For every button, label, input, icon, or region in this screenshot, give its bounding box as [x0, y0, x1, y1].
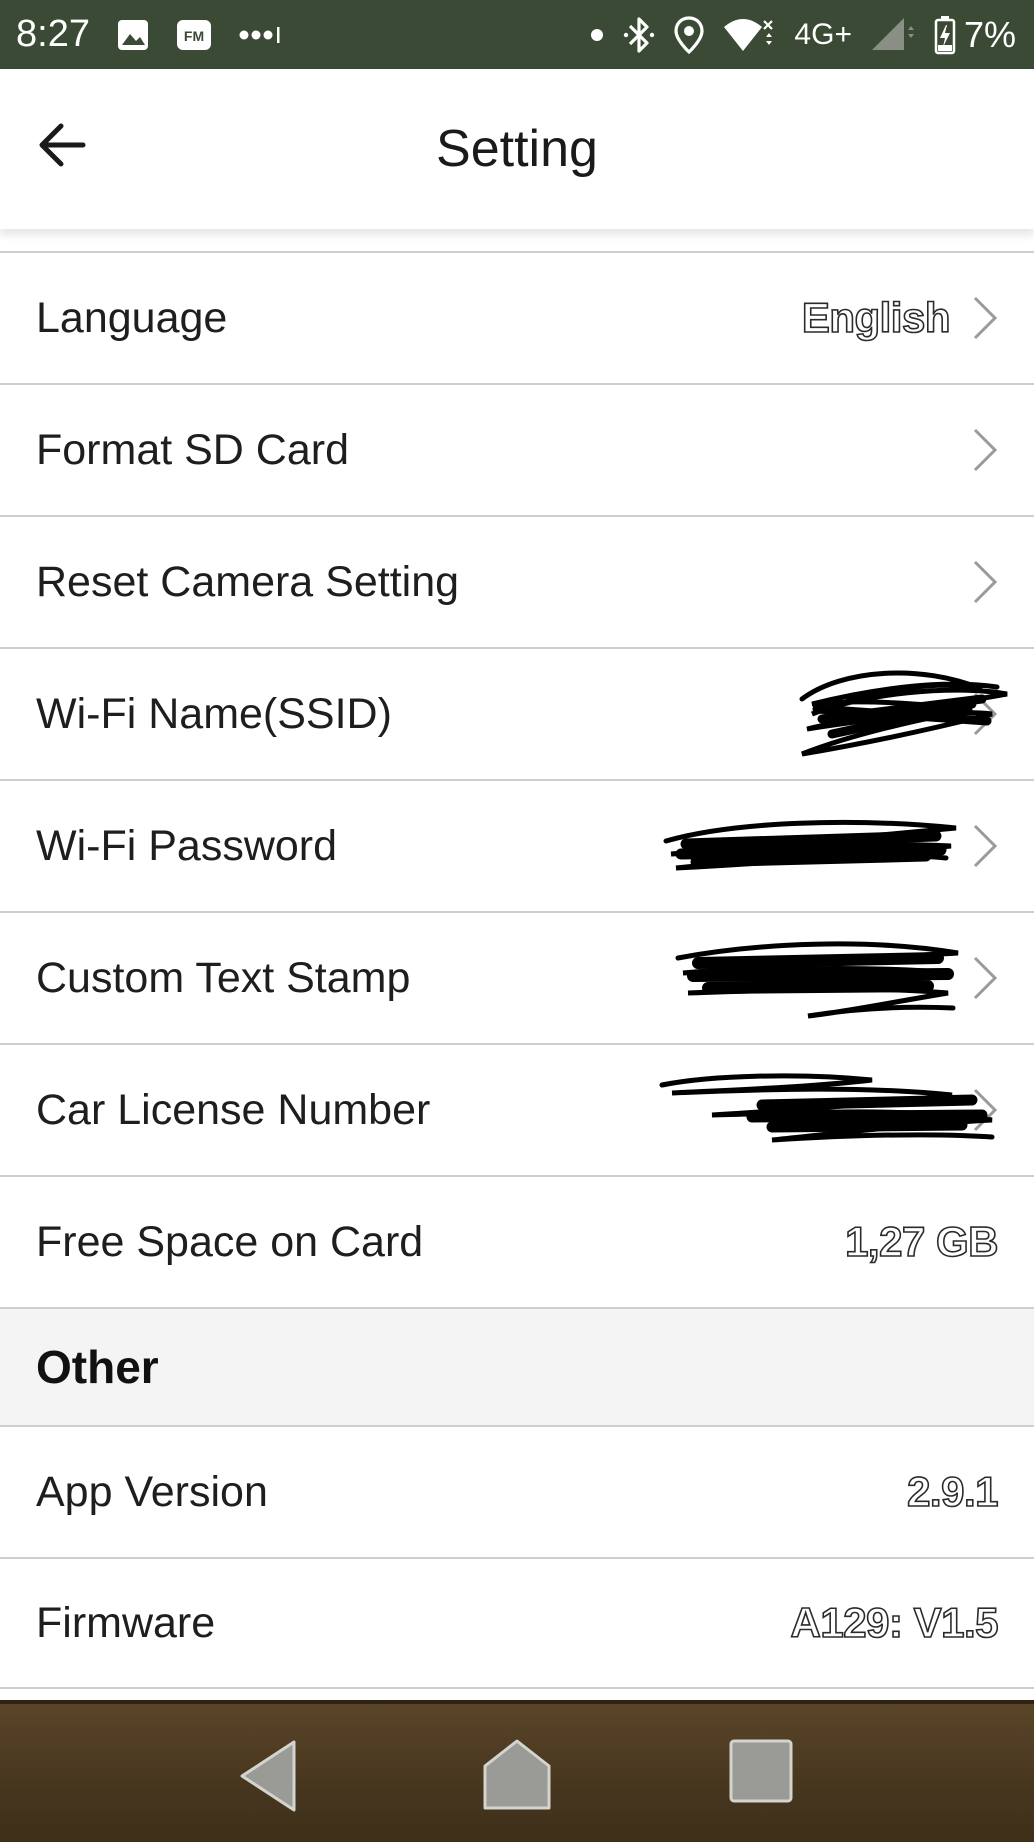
- setting-label: Wi-Fi Password: [36, 821, 338, 870]
- section-title: Other: [36, 1341, 159, 1393]
- setting-value: English: [801, 293, 951, 342]
- setting-label: Format SD Card: [36, 425, 350, 474]
- network-type: 4G+: [794, 17, 852, 51]
- chevron-right-icon: [973, 296, 998, 340]
- setting-row-app-version: App Version 2.9.1: [0, 1425, 1034, 1557]
- setting-row-format-sd-card[interactable]: Format SD Card: [0, 383, 1034, 515]
- redaction-scribble: [675, 941, 959, 1019]
- setting-row-wifi-name[interactable]: Wi-Fi Name(SSID): [0, 647, 1034, 779]
- status-bar: 8:27 FM 4G+ 7%: [0, 0, 1034, 69]
- image-icon: [116, 18, 150, 52]
- setting-label: Firmware: [36, 1598, 216, 1647]
- svg-text:FM: FM: [184, 28, 204, 44]
- page-title: Setting: [436, 120, 598, 178]
- navigation-bar: [0, 1700, 1034, 1842]
- nav-home-button[interactable]: [482, 1738, 552, 1812]
- home-icon: [483, 1739, 551, 1810]
- redaction-scribble: [799, 670, 1008, 757]
- setting-row-language[interactable]: Language English: [0, 251, 1034, 383]
- status-left: 8:27 FM: [0, 13, 284, 56]
- setting-label: Free Space on Card: [36, 1217, 424, 1266]
- bluetooth-icon: [622, 15, 656, 55]
- fm-radio-icon: FM: [176, 18, 212, 52]
- nav-recents-button[interactable]: [728, 1738, 794, 1804]
- setting-value: 2.9.1: [906, 1467, 999, 1516]
- setting-value: 1,27 GB: [844, 1217, 999, 1266]
- setting-row-wifi-password[interactable]: Wi-Fi Password: [0, 779, 1034, 911]
- back-triangle-icon: [240, 1740, 296, 1812]
- app-bar: Setting: [0, 69, 1034, 229]
- redaction-scribble: [659, 1073, 995, 1143]
- wifi-icon: [722, 15, 776, 55]
- battery-percent: 7%: [963, 13, 1016, 55]
- setting-row-reset-camera[interactable]: Reset Camera Setting: [0, 515, 1034, 647]
- chevron-right-icon: [973, 560, 998, 604]
- setting-label: Reset Camera Setting: [36, 557, 460, 606]
- location-icon: [674, 15, 705, 55]
- chevron-right-icon: [973, 428, 998, 472]
- setting-row-firmware: Firmware A129: V1.5: [0, 1557, 1034, 1689]
- chevron-right-icon: [973, 956, 998, 1000]
- status-right: 4G+ 7%: [572, 0, 1016, 69]
- setting-label: Wi-Fi Name(SSID): [36, 689, 392, 738]
- setting-value: A129: V1.5: [790, 1598, 1000, 1647]
- recents-square-icon: [729, 1739, 793, 1803]
- chevron-right-icon: [973, 824, 998, 868]
- redaction-scribble: [663, 819, 957, 871]
- setting-row-custom-text-stamp[interactable]: Custom Text Stamp: [0, 911, 1034, 1043]
- setting-row-free-space: Free Space on Card 1,27 GB: [0, 1175, 1034, 1307]
- nav-back-button[interactable]: [238, 1738, 298, 1814]
- more-dots-icon: [238, 25, 284, 45]
- dot-icon: [590, 28, 604, 42]
- battery-charging-icon: [934, 15, 956, 55]
- setting-label: Car License Number: [36, 1085, 431, 1134]
- settings-list: Language English Format SD Card Reset Ca…: [0, 251, 1034, 1689]
- setting-label: Custom Text Stamp: [36, 953, 411, 1002]
- signal-icon: [870, 16, 916, 54]
- section-header-other: Other: [0, 1307, 1034, 1425]
- setting-label: App Version: [36, 1467, 268, 1516]
- setting-label: Language: [36, 293, 228, 342]
- setting-row-car-license[interactable]: Car License Number: [0, 1043, 1034, 1175]
- status-time: 8:27: [16, 13, 90, 55]
